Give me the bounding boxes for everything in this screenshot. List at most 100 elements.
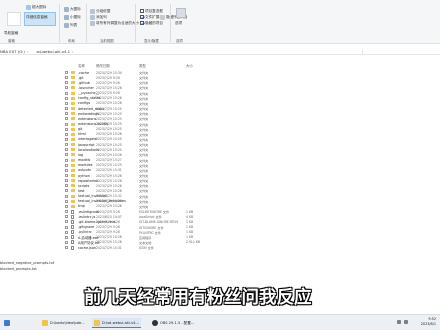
folder-icon <box>71 127 75 131</box>
ribbon-divider <box>86 4 87 42</box>
file-name: .pylintrc <box>78 230 92 235</box>
row-checkbox[interactable] <box>65 127 68 131</box>
breadcrumb-folder[interactable]: sd-webui-aki-v4.1 › <box>36 49 73 54</box>
row-checkbox[interactable] <box>65 189 68 193</box>
row-checkbox[interactable] <box>65 148 68 152</box>
row-checkbox[interactable] <box>65 101 68 105</box>
row-checkbox[interactable] <box>65 194 68 198</box>
file-date: 2023/7/29 15:25 <box>96 147 122 152</box>
row-checkbox[interactable] <box>65 163 68 167</box>
folder-icon <box>71 174 75 177</box>
file-date: 2023/7/29 15:26 <box>96 96 122 101</box>
row-checkbox[interactable] <box>65 230 68 234</box>
row-checkbox[interactable] <box>65 112 68 116</box>
ribbon-divider <box>170 4 171 42</box>
row-checkbox[interactable] <box>65 179 68 183</box>
file-date: 2023/7/29 9:26 <box>96 75 120 80</box>
row-checkbox[interactable] <box>65 76 68 80</box>
row-checkbox[interactable] <box>65 184 68 188</box>
row-checkbox[interactable] <box>65 158 68 162</box>
clock-date: 2023/8/1 <box>420 322 436 326</box>
folder-icon <box>42 320 48 326</box>
row-checkbox[interactable] <box>65 71 68 74</box>
extra-large-icons-option[interactable]: 超大图标 <box>26 4 46 10</box>
row-checkbox[interactable] <box>65 122 68 126</box>
file-size: 1 KB <box>186 209 194 214</box>
clock[interactable]: 9:52 2023/8/1 <box>421 317 436 327</box>
options-icon[interactable] <box>176 8 186 18</box>
video-subtitle: 前几天经常用有粉丝问我反应 <box>84 288 312 308</box>
search-box[interactable] <box>362 49 422 54</box>
details-pane-option[interactable]: 详细信息窗格 <box>26 14 48 20</box>
volume-icon[interactable] <box>404 320 408 324</box>
row-checkbox[interactable] <box>65 174 68 177</box>
start-button[interactable] <box>2 318 12 328</box>
row-checkbox[interactable] <box>65 91 68 95</box>
file-row[interactable]: cache.json 2023/7/29 15:31 JSON 文件 <box>65 245 205 250</box>
file-icon <box>71 235 74 240</box>
hide-selected-icon <box>160 14 165 20</box>
file-size: 1 KB <box>186 225 194 229</box>
file-name: git <box>78 127 83 132</box>
ribbon-toolbar: 导航窗格 超大图标 详细信息窗格 窗格 大图标 小图标 列表 布局 分组依据 添… <box>0 0 440 44</box>
folder-icon <box>71 86 75 90</box>
file-size: 1 KB <box>186 230 194 235</box>
row-checkbox[interactable] <box>65 86 68 90</box>
column-header-size[interactable]: 大小 <box>186 63 193 68</box>
small-icons-option[interactable]: 小图标 <box>64 14 81 20</box>
file-name: log <box>78 152 84 157</box>
file-date: 2023/7/29 15:25 <box>96 163 122 168</box>
row-checkbox[interactable] <box>65 235 68 239</box>
large-icons-option[interactable]: 大图标 <box>64 6 81 12</box>
file-date: 2023/7/29 15:26 <box>96 85 122 90</box>
options-button[interactable]: 选项 <box>175 20 182 26</box>
row-checkbox[interactable] <box>65 137 68 141</box>
row-checkbox[interactable] <box>65 240 68 244</box>
taskbar-item-obs[interactable]: OBS 29.1.3 - 配置... <box>150 318 196 328</box>
file-name: scripts <box>78 183 90 188</box>
row-checkbox[interactable] <box>65 215 68 219</box>
row-checkbox[interactable] <box>65 132 68 136</box>
file-date: 2023/7/29 15:26 <box>96 152 122 157</box>
column-header-date[interactable]: 修改日期 <box>96 63 110 68</box>
row-checkbox[interactable] <box>65 96 68 100</box>
file-date: 2023/7/29 9:26 <box>96 209 120 214</box>
row-checkbox[interactable] <box>65 225 68 229</box>
file-icon <box>71 214 74 219</box>
row-checkbox[interactable] <box>65 220 68 224</box>
file-name: .eslintrc.js <box>78 214 96 219</box>
row-checkbox[interactable] <box>65 81 68 85</box>
row-checkbox[interactable] <box>65 210 68 214</box>
row-checkbox[interactable] <box>65 168 68 172</box>
file-name: javascript <box>78 142 95 147</box>
file-date: 2023/7/29 15:26 <box>96 240 122 245</box>
network-icon[interactable] <box>397 320 401 324</box>
file-name: configs <box>78 101 91 106</box>
system-tray[interactable] <box>397 320 408 324</box>
hidden-items-toggle[interactable]: 隐藏的项目 <box>140 20 163 26</box>
taskbar-item-explorer-2[interactable]: D:\sd-webui-aki-v4... <box>92 318 141 328</box>
file-date: 2023/7/29 15:25 <box>96 106 122 111</box>
row-checkbox[interactable] <box>65 143 68 147</box>
column-header-name[interactable]: 名称 <box>78 63 85 68</box>
taskbar-item-explorer-1[interactable]: D:\bedu\Idea\bde... <box>40 318 87 328</box>
file-date: 2023/7/29 15:31 <box>96 245 122 250</box>
breadcrumb-drive[interactable]: NBA EXT (G:) › <box>0 49 28 54</box>
column-header-type[interactable]: 类型 <box>139 63 146 68</box>
file-date: 2023/7/29 15:26 <box>96 235 122 240</box>
address-bar[interactable]: NBA EXT (G:) › sd-webui-aki-v4.1 › <box>0 48 440 55</box>
checkbox-checked-icon <box>140 15 144 19</box>
file-date: 2023/7/29 9:28 <box>96 91 120 96</box>
list-option[interactable]: 列表 <box>64 22 77 28</box>
file-size: 1 KB <box>186 235 194 240</box>
row-checkbox[interactable] <box>65 107 68 111</box>
row-checkbox[interactable] <box>65 153 68 157</box>
navigation-pane-button[interactable] <box>7 12 21 26</box>
size-all-columns-button[interactable]: 将所有列调整为合适的大小 <box>90 20 139 26</box>
folder-icon <box>71 199 75 203</box>
row-checkbox[interactable] <box>65 246 68 250</box>
chevron-right-icon: › <box>26 48 29 54</box>
row-checkbox[interactable] <box>65 117 68 121</box>
row-checkbox[interactable] <box>65 199 68 203</box>
row-checkbox[interactable] <box>65 204 68 208</box>
